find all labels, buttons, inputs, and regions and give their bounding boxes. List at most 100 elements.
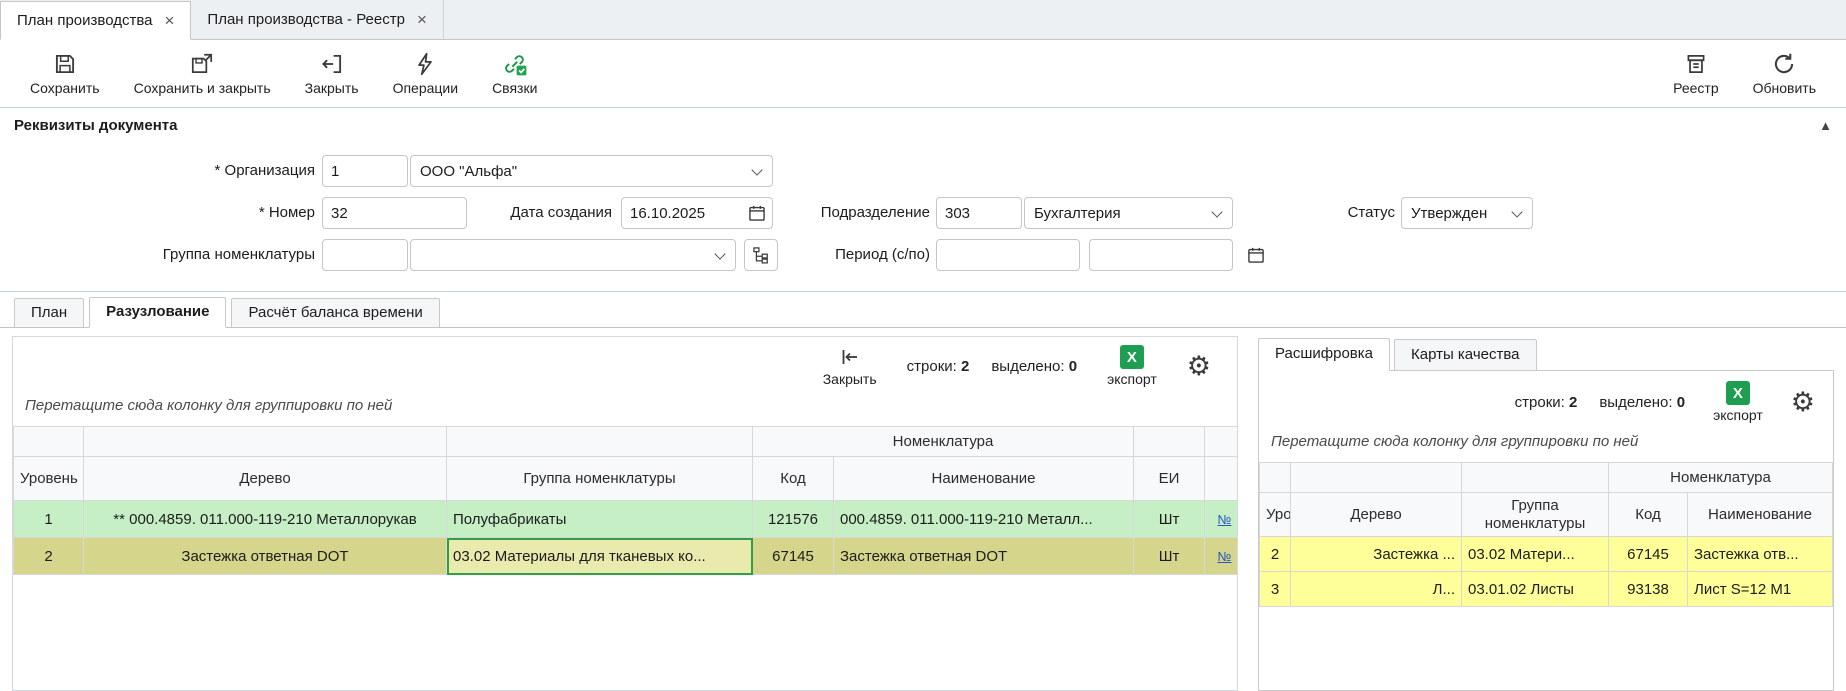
column-unit[interactable]: ЕИ xyxy=(1134,457,1205,501)
cell-level[interactable]: 2 xyxy=(14,538,84,575)
cell-group[interactable]: Полуфабрикаты xyxy=(447,501,753,538)
links-button[interactable]: Связки xyxy=(492,51,537,96)
cell-tree[interactable]: Л... xyxy=(1291,572,1462,607)
operations-button[interactable]: Операции xyxy=(393,51,459,96)
save-button[interactable]: Сохранить xyxy=(30,51,100,96)
requisites-panel: Реквизиты документа ▲ * Организация ООО … xyxy=(0,108,1846,292)
column-code[interactable]: Код xyxy=(753,457,834,501)
grid-counts: строки: 2 выделено: 0 xyxy=(907,358,1077,375)
cell-code[interactable]: 93138 xyxy=(1609,572,1688,607)
export-label: экспорт xyxy=(1713,407,1763,423)
requisites-form: * Организация ООО "Альфа" * Номер Дата с… xyxy=(0,138,1846,282)
cell-unit[interactable]: Шт xyxy=(1134,538,1205,575)
links-label: Связки xyxy=(492,80,537,96)
header-blank xyxy=(1134,427,1205,457)
cell-tree[interactable]: Застежка ... xyxy=(1291,537,1462,572)
period-label: Период (с/по) xyxy=(770,239,930,271)
export-button[interactable]: X экспорт xyxy=(1713,381,1763,423)
cell-name[interactable]: Лист S=12 М1 xyxy=(1688,572,1833,607)
status-label: Статус xyxy=(1290,197,1395,229)
excel-export-icon: X xyxy=(1726,381,1750,405)
row-number-link[interactable]: № xyxy=(1218,512,1232,527)
close-tab-icon[interactable]: × xyxy=(164,12,174,29)
tab-plan[interactable]: План xyxy=(14,298,84,327)
created-date-field xyxy=(621,197,773,229)
refresh-button[interactable]: Обновить xyxy=(1753,51,1816,96)
cell-level[interactable]: 3 xyxy=(1260,572,1291,607)
table-row[interactable]: 2 Застежка ... 03.02 Матери... 67145 Зас… xyxy=(1260,537,1833,572)
tab-decryption[interactable]: Расшифровка xyxy=(1258,338,1390,371)
cell-group[interactable]: 03.02 Матери... xyxy=(1462,537,1609,572)
organization-select[interactable]: ООО "Альфа" xyxy=(410,155,773,187)
cell-tree[interactable]: ** 000.4859. 011.000-119-210 Металлорука… xyxy=(84,501,447,538)
detail-tabbar: Расшифровка Карты качества xyxy=(1258,336,1834,370)
organization-value: ООО "Альфа" xyxy=(420,163,517,180)
cell-group[interactable]: 03.01.02 Листы xyxy=(1462,572,1609,607)
organization-code-input[interactable] xyxy=(322,155,408,187)
column-name[interactable]: Наименование xyxy=(1688,493,1833,537)
doc-tab-plan[interactable]: План производства × xyxy=(0,1,191,40)
doc-tab-registry[interactable]: План производства - Реестр × xyxy=(191,0,443,39)
cell-unit[interactable]: Шт xyxy=(1134,501,1205,538)
column-level[interactable]: Уровень xyxy=(1260,493,1291,537)
document-tabbar: План производства × План производства - … xyxy=(0,0,1846,40)
export-button[interactable]: X экспорт xyxy=(1107,345,1157,387)
cell-tree[interactable]: Застежка ответная DOT xyxy=(84,538,447,575)
column-name[interactable]: Наименование xyxy=(834,457,1134,501)
requisites-header: Реквизиты документа ▲ xyxy=(0,108,1846,138)
table-row[interactable]: 1 ** 000.4859. 011.000-119-210 Металлору… xyxy=(14,501,1239,538)
period-from-input[interactable] xyxy=(936,239,1080,271)
main-toolbar: Сохранить Сохранить и закрыть Закрыть Оп… xyxy=(0,40,1846,108)
calendar-icon[interactable] xyxy=(747,203,767,223)
division-select[interactable]: Бухгалтерия xyxy=(1024,197,1233,229)
column-code[interactable]: Код xyxy=(1609,493,1688,537)
gear-icon[interactable]: ⚙ xyxy=(1791,389,1815,416)
registry-button[interactable]: Реестр xyxy=(1673,51,1719,96)
cell-level[interactable]: 1 xyxy=(14,501,84,538)
column-tree[interactable]: Дерево xyxy=(84,457,447,501)
column-level[interactable]: Уровень xyxy=(14,457,84,501)
export-label: экспорт xyxy=(1107,371,1157,387)
cell-name[interactable]: Застежка ответная DOT xyxy=(834,538,1134,575)
nomenclature-group-code-input[interactable] xyxy=(322,239,408,271)
close-button[interactable]: Закрыть xyxy=(305,51,359,96)
row-number-link[interactable]: № xyxy=(1218,549,1232,564)
header-blank xyxy=(1205,427,1238,457)
tab-quality-cards[interactable]: Карты качества xyxy=(1394,339,1537,370)
period-calendar-button[interactable] xyxy=(1243,239,1269,271)
lightning-icon xyxy=(412,51,438,77)
cell-name[interactable]: 000.4859. 011.000-119-210 Металл... xyxy=(834,501,1134,538)
table-row[interactable]: 3 Л... 03.01.02 Листы 93138 Лист S=12 М1 xyxy=(1260,572,1833,607)
table-row-selected[interactable]: 2 Застежка ответная DOT 03.02 Материалы … xyxy=(14,538,1239,575)
tree-icon xyxy=(751,245,771,265)
save-and-close-button[interactable]: Сохранить и закрыть xyxy=(134,51,271,96)
column-tree[interactable]: Дерево xyxy=(1291,493,1462,537)
collapse-icon[interactable]: ▲ xyxy=(1819,118,1832,133)
period-to-input[interactable] xyxy=(1089,239,1233,271)
cell-name[interactable]: Застежка отв... xyxy=(1688,537,1833,572)
rows-count: строки: 2 xyxy=(1515,394,1578,411)
division-code-input[interactable] xyxy=(936,197,1022,229)
cell-level[interactable]: 2 xyxy=(1260,537,1291,572)
column-group[interactable]: Группа номенклатуры xyxy=(1462,493,1609,537)
cell-code[interactable]: 67145 xyxy=(753,538,834,575)
cell-group-focused[interactable]: 03.02 Материалы для тканевых ко... xyxy=(447,538,753,575)
grid-close-button[interactable]: Закрыть xyxy=(823,345,877,387)
status-select[interactable]: Утвержден xyxy=(1401,197,1533,229)
tab-breakdown[interactable]: Разузлование xyxy=(89,297,226,328)
tab-time-balance[interactable]: Расчёт баланса времени xyxy=(231,298,439,327)
close-tab-icon[interactable]: × xyxy=(417,11,427,28)
cell-code[interactable]: 121576 xyxy=(753,501,834,538)
calendar-icon xyxy=(1246,245,1266,265)
doc-tab-label: План производства - Реестр xyxy=(207,11,405,28)
gear-icon[interactable]: ⚙ xyxy=(1187,353,1211,380)
cell-code[interactable]: 67145 xyxy=(1609,537,1688,572)
nomenclature-group-select[interactable] xyxy=(410,239,736,271)
group-by-hint: Перетащите сюда колонку для группировки … xyxy=(13,389,1237,426)
column-group[interactable]: Группа номенклатуры xyxy=(447,457,753,501)
header-blank xyxy=(1291,463,1462,493)
requisites-title: Реквизиты документа xyxy=(14,117,177,134)
tab-plan-label: План xyxy=(31,304,67,321)
grid-toolbar: Закрыть строки: 2 выделено: 0 X экспорт … xyxy=(13,337,1237,389)
chevron-down-icon xyxy=(714,248,725,259)
